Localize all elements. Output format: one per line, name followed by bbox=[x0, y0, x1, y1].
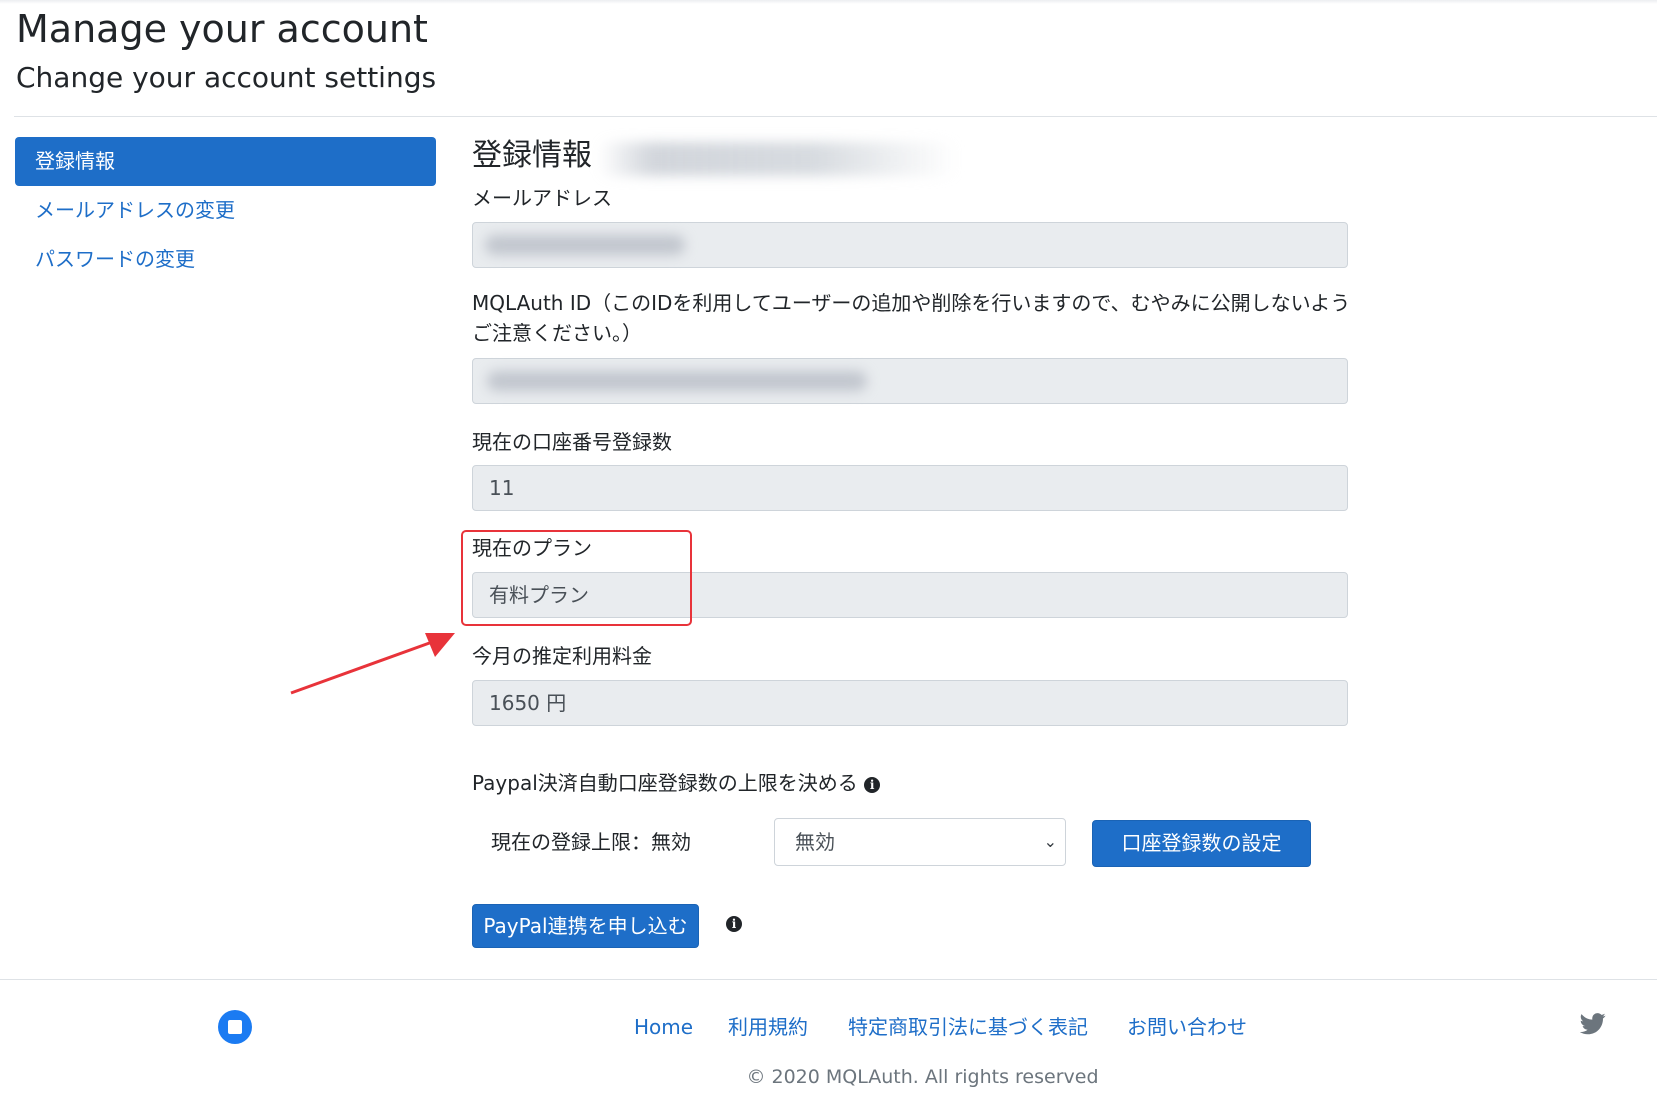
footer-link-home[interactable]: Home bbox=[634, 1012, 693, 1042]
email-field bbox=[472, 222, 1348, 268]
fee-label: 今月の推定利用料金 bbox=[472, 644, 652, 668]
email-label: メールアドレス bbox=[472, 186, 612, 210]
sidebar-item-registration-info[interactable]: 登録情報 bbox=[15, 137, 436, 186]
limit-select-value: 無効 bbox=[795, 830, 835, 854]
info-icon[interactable]: i bbox=[726, 916, 742, 932]
footer-copyright: © 2020 MQLAuth. All rights reserved bbox=[746, 1066, 1099, 1088]
paypal-limit-text: Paypal決済自動口座登録数の上限を決める bbox=[472, 771, 858, 795]
account-count-label: 現在の口座番号登録数 bbox=[472, 430, 672, 454]
top-shadow bbox=[0, 0, 1657, 4]
footer-link-commerce-law[interactable]: 特定商取引法に基づく表記 bbox=[848, 1012, 1088, 1042]
set-limit-button[interactable]: 口座登録数の設定 bbox=[1092, 820, 1311, 867]
footer-link-terms[interactable]: 利用規約 bbox=[728, 1012, 808, 1042]
annotation-highlight-box bbox=[461, 530, 692, 626]
redacted-email bbox=[598, 142, 958, 176]
account-sidebar: 登録情報 メールアドレスの変更 パスワードの変更 bbox=[15, 137, 436, 284]
redacted-email-value bbox=[485, 235, 685, 255]
current-limit-label: 現在の登録上限：無効 bbox=[491, 830, 691, 854]
paypal-apply-button[interactable]: PayPal連携を申し込む bbox=[472, 904, 699, 948]
logo-icon[interactable] bbox=[218, 1010, 252, 1044]
footer-link-contact[interactable]: お問い合わせ bbox=[1127, 1012, 1247, 1042]
page-title: Manage your account bbox=[16, 7, 428, 51]
header-divider bbox=[14, 116, 1657, 117]
redacted-id-value bbox=[487, 371, 867, 391]
footer-divider bbox=[0, 979, 1657, 980]
annotation-arrow bbox=[290, 633, 455, 695]
page-subtitle: Change your account settings bbox=[16, 61, 437, 94]
sidebar-item-change-email[interactable]: メールアドレスの変更 bbox=[15, 186, 436, 235]
sidebar-item-change-password[interactable]: パスワードの変更 bbox=[15, 235, 436, 284]
fee-field: 1650 円 bbox=[472, 680, 1348, 726]
mqlauth-id-label: MQLAuth ID（このIDを利用してユーザーの追加や削除を行いますので、むや… bbox=[472, 291, 1351, 345]
paypal-limit-label: Paypal決済自動口座登録数の上限を決める i bbox=[472, 768, 881, 798]
account-count-field: 11 bbox=[472, 465, 1348, 511]
chevron-down-icon: ⌄ bbox=[1043, 832, 1057, 851]
limit-select[interactable]: 無効 ⌄ bbox=[774, 818, 1066, 866]
twitter-icon[interactable] bbox=[1580, 1013, 1606, 1035]
info-icon[interactable]: i bbox=[864, 776, 881, 793]
section-title: 登録情報 bbox=[472, 138, 592, 173]
mqlauth-id-field bbox=[472, 358, 1348, 404]
